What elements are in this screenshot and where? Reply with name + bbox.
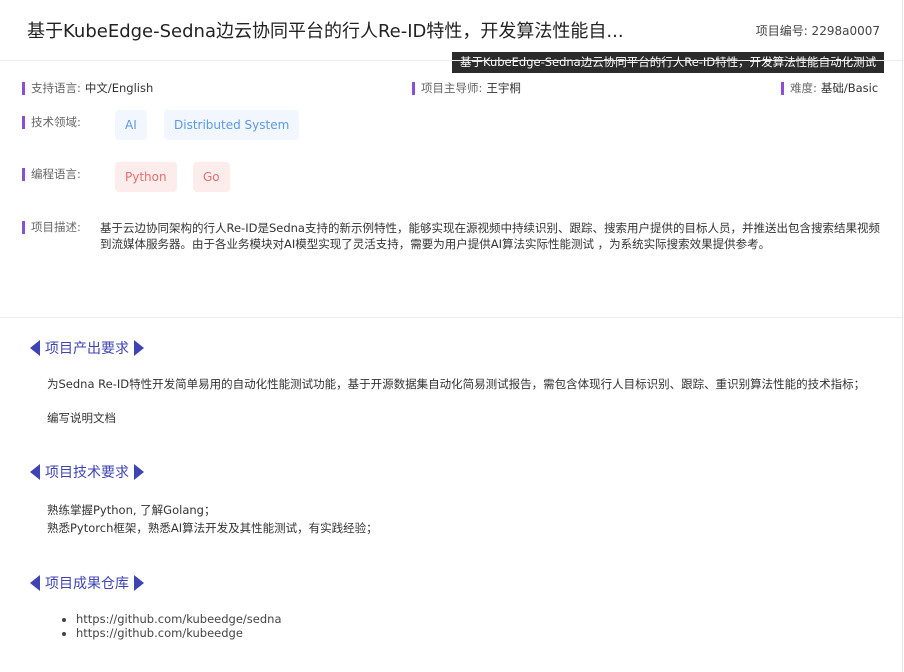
triangle-left-icon bbox=[30, 464, 40, 480]
title-tooltip: 基于KubeEdge-Sedna边云协同平台的行人Re-ID特性，开发算法性能自… bbox=[452, 52, 885, 73]
header-divider bbox=[0, 60, 902, 61]
accent-bar bbox=[22, 81, 25, 95]
description-text: 基于云边协同架构的行人Re-ID是Sedna支持的新示例特性，能够实现在源视频中… bbox=[100, 221, 880, 251]
tech-section-header: 项目技术要求 bbox=[30, 462, 144, 482]
accent-bar bbox=[22, 115, 25, 129]
output-line: 为Sedna Re-ID特性开发简单易用的自动化性能测试功能，基于开源数据集自动… bbox=[47, 377, 866, 391]
project-id: 项目编号: 2298a0007 bbox=[755, 24, 880, 38]
programming-language: 编程语言: bbox=[22, 166, 85, 182]
accent-bar bbox=[781, 81, 784, 95]
lang-tag-python[interactable]: Python bbox=[115, 162, 177, 192]
triangle-right-icon bbox=[134, 575, 144, 591]
description-heading: 项目描述: bbox=[22, 219, 85, 235]
project-card: 基于KubeEdge-Sedna边云协同平台的行人Re-ID特性，开发算法性能自… bbox=[0, 0, 903, 672]
tech-section-title: 项目技术要求 bbox=[45, 465, 129, 481]
triangle-left-icon bbox=[30, 575, 40, 591]
output-section-title: 项目产出要求 bbox=[45, 341, 129, 357]
tech-line: 熟悉Pytorch框架，熟悉AI算法开发及其性能测试，有实践经验； bbox=[47, 521, 378, 535]
mentor-label: 项目主导师: bbox=[421, 81, 483, 95]
repo-link[interactable]: https://github.com/kubeedge bbox=[76, 626, 282, 640]
repo-link-list: https://github.com/kubeedge/sedna https:… bbox=[60, 612, 282, 640]
lang-tag-go[interactable]: Go bbox=[193, 162, 230, 192]
description-label: 项目描述: bbox=[31, 220, 81, 234]
tech-tag-ai[interactable]: AI bbox=[115, 110, 147, 140]
project-title[interactable]: 基于KubeEdge-Sedna边云协同平台的行人Re-ID特性，开发算法性能自… bbox=[27, 17, 627, 43]
triangle-right-icon bbox=[134, 464, 144, 480]
accent-bar bbox=[22, 167, 25, 181]
tech-line: 熟练掌握Python, 了解Golang； bbox=[47, 503, 216, 517]
programming-language-label: 编程语言: bbox=[31, 167, 81, 181]
repo-section-header: 项目成果仓库 bbox=[30, 573, 144, 593]
section-divider bbox=[0, 317, 902, 318]
accent-bar bbox=[22, 220, 25, 234]
support-language-value: 中文/English bbox=[84, 81, 154, 95]
support-language-label: 支持语言: bbox=[31, 81, 81, 95]
output-line: 编写说明文档 bbox=[47, 411, 116, 425]
output-section-header: 项目产出要求 bbox=[30, 338, 144, 358]
triangle-left-icon bbox=[30, 340, 40, 356]
difficulty: 难度: 基础/Basic bbox=[781, 80, 878, 96]
repo-section-title: 项目成果仓库 bbox=[45, 576, 129, 592]
accent-bar bbox=[412, 81, 415, 95]
repo-link[interactable]: https://github.com/kubeedge/sedna bbox=[76, 612, 282, 626]
support-language: 支持语言: 中文/English bbox=[22, 80, 153, 96]
mentor: 项目主导师: 王宇桐 bbox=[412, 80, 521, 96]
difficulty-label: 难度: bbox=[790, 81, 817, 95]
difficulty-value: 基础/Basic bbox=[820, 81, 879, 95]
mentor-value: 王宇桐 bbox=[486, 81, 521, 95]
triangle-right-icon bbox=[134, 340, 144, 356]
tech-field-label: 技术领域: bbox=[31, 115, 81, 129]
tech-tag-distributed-system[interactable]: Distributed System bbox=[164, 110, 300, 140]
tech-field: 技术领域: bbox=[22, 114, 85, 130]
